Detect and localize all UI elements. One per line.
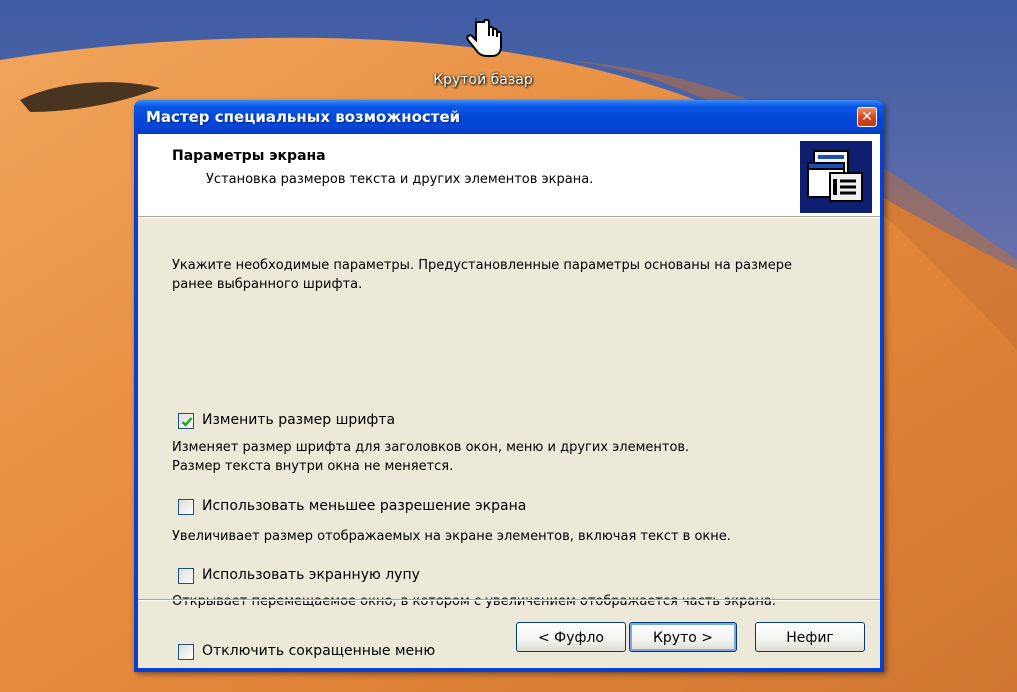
- option-description-line: Размер текста внутри окна не меняется.: [172, 459, 454, 474]
- desktop-shortcut[interactable]: Крутой базар: [420, 16, 546, 88]
- checkbox-change-font-size[interactable]: [178, 413, 194, 429]
- page-subtitle: Установка размеров текста и других элеме…: [206, 172, 594, 187]
- checkbox-disable-personalized-menus[interactable]: [178, 644, 194, 660]
- option-description-line: Увеличивает размер отображаемых на экран…: [172, 529, 731, 544]
- close-button[interactable]: ✕: [857, 107, 877, 127]
- close-icon: ✕: [861, 109, 873, 125]
- window-title: Мастер специальных возможностей: [146, 108, 461, 126]
- back-button[interactable]: < Фуфло: [516, 622, 626, 652]
- option-label: Отключить сокращенные меню: [202, 643, 436, 659]
- footer-divider-highlight: [138, 600, 880, 601]
- desktop-shortcut-label: Крутой базар: [433, 72, 533, 88]
- next-button[interactable]: Круто >: [629, 622, 737, 652]
- checkbox-lower-resolution[interactable]: [178, 499, 194, 515]
- intro-text: Укажите необходимые параметры. Предустан…: [172, 258, 792, 292]
- option-description: Изменяет размер шрифта для заголовков ок…: [172, 438, 832, 476]
- check-icon: [181, 417, 193, 427]
- title-bar[interactable]: Мастер специальных возможностей ✕: [134, 100, 884, 134]
- option-description: Открывает перемещаемое окно, в котором с…: [172, 592, 792, 611]
- display-settings-icon: [800, 141, 872, 213]
- option-label: Использовать меньшее разрешение экрана: [202, 498, 527, 514]
- option-description: Увеличивает размер отображаемых на экран…: [172, 527, 832, 546]
- option-description-line: Изменяет размер шрифта для заголовков ок…: [172, 440, 690, 455]
- header-divider: [138, 217, 880, 218]
- hand-icon: [462, 16, 504, 60]
- option-description-line: Открывает перемещаемое окно, в котором с…: [172, 594, 776, 609]
- checkbox-magnifier[interactable]: [178, 568, 194, 584]
- page-title: Параметры экрана: [172, 148, 326, 164]
- cancel-button[interactable]: Нефиг: [755, 622, 865, 652]
- option-label: Изменить размер шрифта: [202, 412, 396, 428]
- wizard-window: Мастер специальных возможностей ✕ Параме…: [134, 100, 884, 672]
- wizard-client-area: Параметры экрана Установка размеров текс…: [138, 134, 880, 668]
- option-label: Использовать экранную лупу: [202, 567, 420, 583]
- wizard-header: Параметры экрана Установка размеров текс…: [138, 134, 880, 217]
